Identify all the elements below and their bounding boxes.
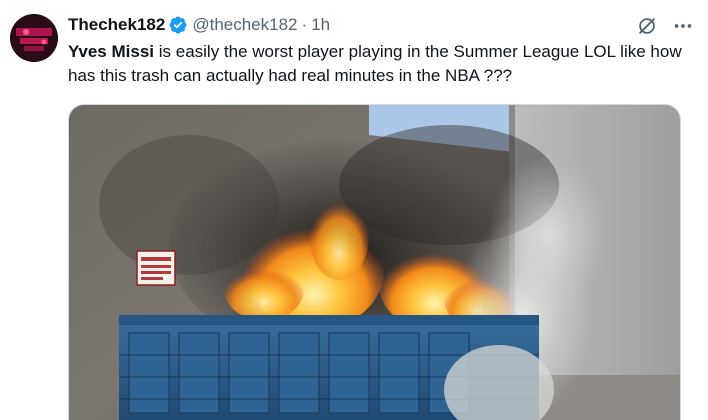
handle[interactable]: @thechek182 [192,15,297,35]
avatar[interactable] [10,14,58,62]
display-name[interactable]: Thechek182 [68,15,165,35]
tweet[interactable]: Thechek182 @thechek182 · 1h Yves Missi i… [0,0,708,420]
separator-dot: · [301,15,308,34]
tweet-actions [636,15,694,37]
tweet-body: is easily the worst player playing in th… [68,42,682,85]
verified-badge-icon [168,15,188,35]
tweet-header: Thechek182 @thechek182 · 1h [68,13,330,37]
timestamp[interactable]: 1h [311,15,330,35]
media-image[interactable] [68,104,681,420]
more-options-icon[interactable] [672,15,694,37]
tweet-text: Yves Missi is easily the worst player pl… [68,40,688,88]
mention-link[interactable]: Yves Missi [68,42,154,61]
grok-icon[interactable] [636,15,658,37]
